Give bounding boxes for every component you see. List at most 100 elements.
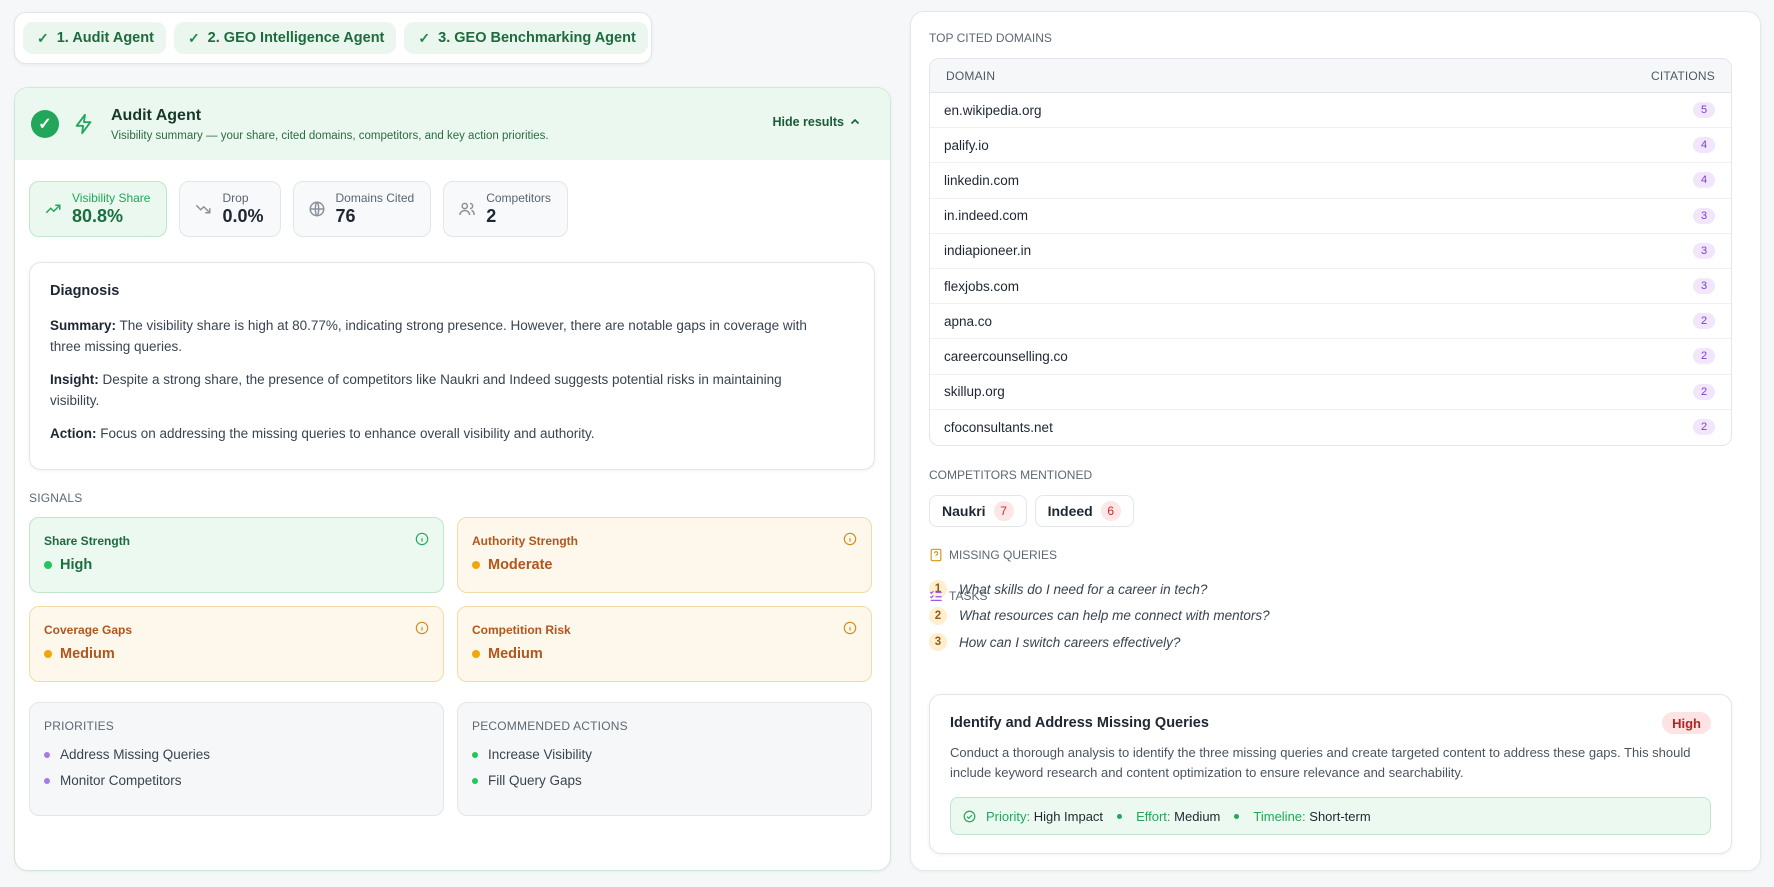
chevron-up-icon <box>850 118 860 125</box>
globe-icon <box>309 201 325 217</box>
lightning-bolt-icon <box>75 113 92 135</box>
recommended-actions-box: PECOMMENDED ACTIONS Increase Visibility … <box>457 702 872 816</box>
separator-dot <box>1117 813 1123 819</box>
metric-drop: Drop 0.0% <box>179 181 281 237</box>
signal-name: Share Strength <box>44 534 131 548</box>
bullet-dot <box>44 777 50 784</box>
priority-value: High Impact <box>1033 808 1104 824</box>
query-number: 3 <box>929 633 947 652</box>
agent-stepper: ✓ 1. Audit Agent ✓ 2. GEO Intelligence A… <box>14 12 652 64</box>
metric-visibility-share: Visibility Share 80.8% <box>29 181 168 237</box>
table-row: linkedin.com 4 <box>930 163 1731 199</box>
signal-competition-risk: Competition Risk Medium <box>457 606 872 682</box>
diagnosis-insight: Insight: Despite a strong share, the pre… <box>50 372 782 408</box>
metric-value: 0.0% <box>222 206 264 226</box>
check-icon: ✓ <box>418 29 431 46</box>
citation-count-badge: 5 <box>1693 102 1715 119</box>
status-dot <box>44 650 52 658</box>
priorities-title: PRIORITIES <box>44 719 115 733</box>
citation-count-badge: 3 <box>1693 207 1715 224</box>
table-row: flexjobs.com 3 <box>930 269 1731 305</box>
citation-count-badge: 4 <box>1693 172 1715 189</box>
missing-queries-heading: MISSING QUERIES <box>929 548 1057 562</box>
list-item: 3 How can I switch careers effectively? <box>929 629 1270 656</box>
separator-dot <box>1234 813 1240 819</box>
metric-label: Domains Cited <box>335 191 415 205</box>
signal-coverage-gaps: Coverage Gaps Medium <box>29 606 444 682</box>
agent-title: Audit Agent <box>111 106 202 124</box>
metric-competitors: Competitors 2 <box>443 181 568 237</box>
competitor-chip[interactable]: Indeed 6 <box>1034 495 1134 527</box>
bullet-dot <box>44 751 50 758</box>
info-icon[interactable] <box>415 532 429 546</box>
competitors-list: Naukri 7 Indeed 6 <box>929 495 1134 527</box>
list-item: Fill Query Gaps <box>472 773 857 788</box>
citation-count-badge: 2 <box>1693 419 1715 436</box>
trending-down-icon <box>196 204 211 214</box>
list-item: Monitor Competitors <box>44 773 429 788</box>
signal-name: Competition Risk <box>472 623 571 637</box>
trending-up-icon <box>45 204 61 214</box>
signal-level: Medium <box>488 646 543 662</box>
diagnosis-action: Action: Focus on addressing the missing … <box>50 426 595 441</box>
question-file-icon <box>930 548 942 562</box>
citation-count-badge: 2 <box>1693 383 1715 400</box>
diagnosis-title: Diagnosis <box>50 283 120 299</box>
info-icon[interactable] <box>843 621 857 635</box>
top-cited-domains-heading: TOP CITED DOMAINS <box>929 31 1052 45</box>
list-item: 2 What resources can help me connect with… <box>929 603 1270 630</box>
signal-level: High <box>60 557 93 573</box>
step-audit-agent[interactable]: ✓ 1. Audit Agent <box>23 22 166 54</box>
status-dot <box>472 650 480 658</box>
status-dot <box>472 561 480 569</box>
priority-label: Priority: <box>986 808 1031 824</box>
task-title: Identify and Address Missing Queries <box>950 715 1209 731</box>
signals-heading: SIGNALS <box>29 491 83 505</box>
hide-results-button[interactable]: Hide results <box>772 115 860 129</box>
column-domain: DOMAIN <box>946 68 996 83</box>
citation-count-badge: 2 <box>1693 313 1715 330</box>
metric-value: 76 <box>335 206 356 226</box>
task-card: Identify and Address Missing Queries Hig… <box>929 694 1732 854</box>
info-icon[interactable] <box>415 621 429 635</box>
checklist-icon <box>929 590 942 601</box>
info-icon[interactable] <box>843 532 857 546</box>
list-item: Address Missing Queries <box>44 747 429 762</box>
timeline-label: Timeline: <box>1253 808 1306 824</box>
metric-label: Drop <box>222 191 249 205</box>
table-row: careercounselling.co 2 <box>930 339 1731 375</box>
table-header: DOMAIN CITATIONS <box>930 59 1731 93</box>
competitors-heading: COMPETITORS MENTIONED <box>929 468 1093 482</box>
table-row: en.wikipedia.org 5 <box>930 93 1731 129</box>
signal-level: Moderate <box>488 557 553 573</box>
metric-value: 80.8% <box>72 206 124 226</box>
signal-name: Authority Strength <box>472 534 578 548</box>
step-geo-intelligence-agent[interactable]: ✓ 2. GEO Intelligence Agent <box>173 22 397 54</box>
citation-count-badge: 4 <box>1693 137 1715 154</box>
table-row: in.indeed.com 3 <box>930 199 1731 234</box>
bullet-dot <box>472 777 478 784</box>
step-label: 2. GEO Intelligence Agent <box>207 30 385 46</box>
check-circle-icon <box>963 810 976 822</box>
table-row: apna.co 2 <box>930 304 1731 340</box>
hide-results-label: Hide results <box>772 115 844 129</box>
effort-value: Medium <box>1174 808 1221 824</box>
missing-queries-list: 1 What skills do I need for a career in t… <box>929 576 1270 656</box>
mention-count-badge: 7 <box>993 501 1014 521</box>
audit-agent-header: ✓ Audit Agent Visibility summary — your … <box>15 88 890 160</box>
effort-label: Effort: <box>1136 808 1171 824</box>
query-number: 2 <box>929 606 947 625</box>
citation-count-badge: 3 <box>1693 278 1715 295</box>
metrics-row: Visibility Share 80.8% Drop 0.0% Domains… <box>29 181 568 237</box>
recommended-actions-title: PECOMMENDED ACTIONS <box>472 719 628 733</box>
citation-count-badge: 2 <box>1693 348 1715 365</box>
competitor-chip[interactable]: Naukri 7 <box>929 495 1027 527</box>
citation-count-badge: 3 <box>1693 242 1715 259</box>
check-icon: ✓ <box>187 29 200 46</box>
step-geo-benchmarking-agent[interactable]: ✓ 3. GEO Benchmarking Agent <box>404 22 648 54</box>
status-dot <box>44 561 52 569</box>
bullet-dot <box>472 751 478 758</box>
mention-count-badge: 6 <box>1100 501 1121 521</box>
priorities-box: PRIORITIES Address Missing Queries Monit… <box>29 702 444 816</box>
signal-level: Medium <box>60 646 115 662</box>
